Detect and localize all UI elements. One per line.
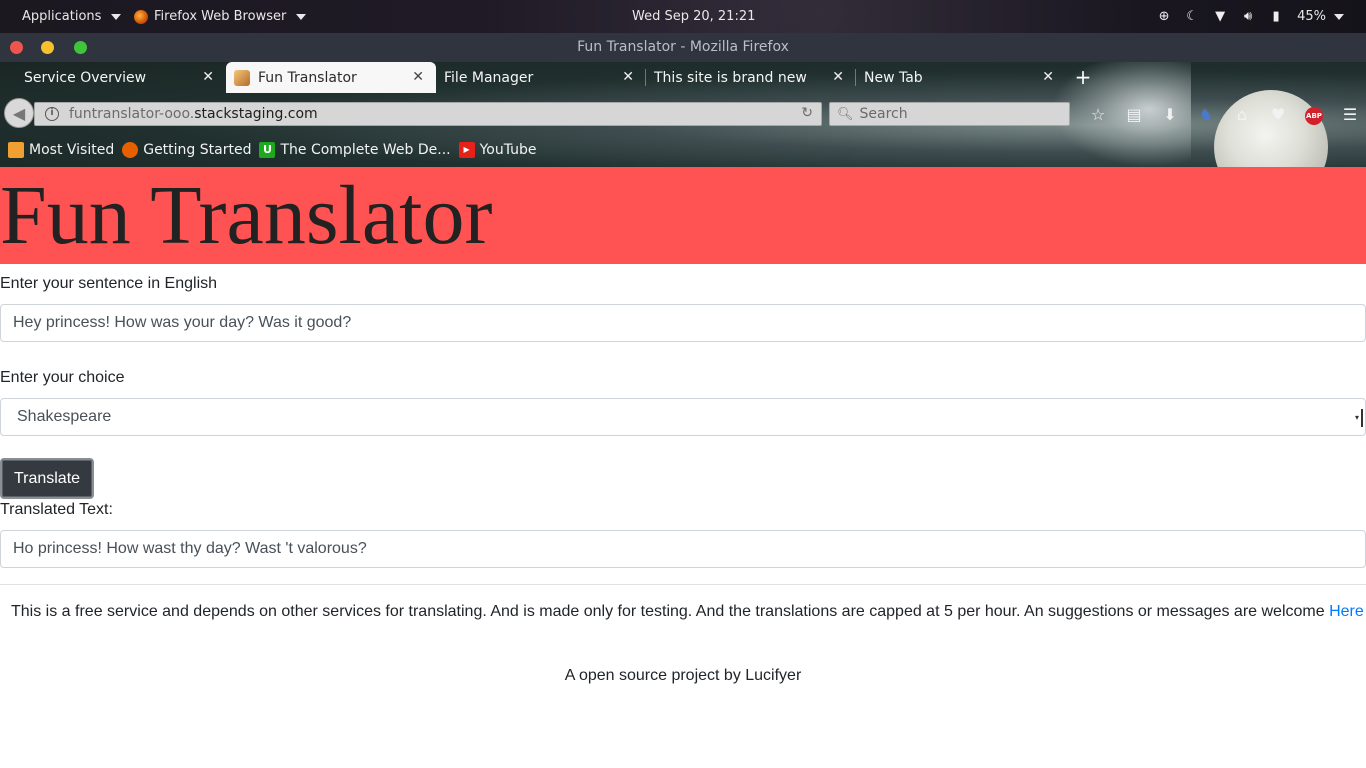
- volume-icon[interactable]: 🔊︎: [1241, 9, 1255, 24]
- service-notice: This is a free service and depends on ot…: [11, 603, 1364, 621]
- url-prefix: funtranslator-ooo.: [69, 106, 195, 122]
- battery-percent: 45%: [1297, 9, 1326, 24]
- tab-label: This site is brand new: [654, 69, 807, 86]
- clock-label: Wed Sep 20, 21:21: [632, 9, 756, 24]
- close-tab-icon[interactable]: ✕: [202, 69, 214, 85]
- folder-icon: [8, 142, 24, 158]
- tab-new-tab[interactable]: New Tab ✕: [856, 62, 1066, 93]
- page-title: Fun Translator: [0, 169, 493, 262]
- bookmarks-toolbar: Most Visited Getting Started U The Compl…: [0, 133, 1366, 167]
- udemy-icon: U: [259, 142, 276, 158]
- url-text[interactable]: funtranslator-ooo.stackstaging.com: [69, 106, 318, 122]
- applications-menu[interactable]: Applications: [22, 0, 122, 33]
- accessibility-icon[interactable]: ⊕: [1157, 9, 1171, 24]
- back-button[interactable]: ◀: [4, 98, 34, 128]
- bookmark-star-icon[interactable]: ☆: [1080, 105, 1116, 124]
- back-arrow-icon: ◀: [12, 103, 26, 123]
- notice-text: This is a free service and depends on ot…: [11, 603, 1325, 620]
- translated-text-output[interactable]: Ho princess! How wast thy day? Wast 't v…: [0, 530, 1366, 568]
- close-tab-icon[interactable]: ✕: [622, 69, 634, 85]
- night-light-icon[interactable]: ☾: [1185, 9, 1199, 24]
- browser-chrome: Service Overview ✕ Fun Translator ✕ File…: [0, 62, 1366, 167]
- dropdown-arrow-icon: ▾: [1355, 409, 1363, 427]
- bookmark-getting-started[interactable]: Getting Started: [122, 142, 251, 158]
- new-tab-button[interactable]: +: [1073, 66, 1093, 88]
- active-app-menu[interactable]: Firefox Web Browser: [134, 0, 307, 33]
- downloads-icon[interactable]: ⬇: [1152, 105, 1188, 124]
- site-favicon-icon: [234, 69, 250, 86]
- reload-icon[interactable]: ↻: [801, 105, 813, 121]
- search-placeholder: Search: [859, 106, 908, 122]
- web-page: Fun Translator Enter your sentence in En…: [0, 167, 1366, 768]
- translator-choice-select[interactable]: Shakespeare ▾: [0, 398, 1366, 436]
- bookmark-most-visited[interactable]: Most Visited: [8, 142, 114, 158]
- url-bar[interactable]: i funtranslator-ooo.stackstaging.com ↻: [34, 102, 822, 126]
- firefox-icon: [134, 9, 148, 24]
- applications-label: Applications: [22, 9, 102, 24]
- tab-brand-new-site[interactable]: This site is brand new ✕: [646, 62, 856, 93]
- close-tab-icon[interactable]: ✕: [412, 69, 424, 85]
- system-top-bar: Applications Firefox Web Browser Wed Sep…: [0, 0, 1366, 33]
- translated-text-label: Translated Text:: [0, 501, 113, 518]
- tab-label: File Manager: [444, 69, 534, 86]
- close-tab-icon[interactable]: ✕: [1042, 69, 1054, 85]
- clock[interactable]: Wed Sep 20, 21:21: [632, 0, 755, 33]
- hamburger-menu-icon[interactable]: ☰: [1332, 105, 1366, 124]
- toolbar-icons: ☆ ▤ ⬇ ♞ ⌂ ♥ ABP ☰: [1080, 101, 1366, 127]
- tab-label: New Tab: [864, 69, 923, 86]
- extension-icon[interactable]: ♞: [1188, 105, 1224, 124]
- hero-banner: Fun Translator: [0, 167, 1366, 264]
- window-title-bar[interactable]: Fun Translator - Mozilla Firefox: [0, 33, 1366, 62]
- site-info-icon[interactable]: i: [45, 107, 59, 121]
- battery-icon[interactable]: ▮: [1269, 9, 1283, 24]
- firefox-icon: [122, 142, 139, 158]
- sentence-input-label: Enter your sentence in English: [0, 275, 218, 292]
- tab-strip: Service Overview ✕ Fun Translator ✕ File…: [0, 62, 1366, 93]
- tab-label: Fun Translator: [258, 69, 357, 86]
- wifi-icon[interactable]: ▼: [1213, 9, 1227, 24]
- bookmark-label: Getting Started: [143, 142, 252, 158]
- reading-list-icon[interactable]: ▤: [1116, 105, 1152, 124]
- active-app-label: Firefox Web Browser: [154, 9, 287, 24]
- youtube-icon: ▶: [458, 142, 475, 158]
- home-icon[interactable]: ⌂: [1224, 105, 1260, 124]
- project-credit: A open source project by Lucifyer: [564, 667, 802, 684]
- sentence-input[interactable]: Hey princess! How was your day? Was it g…: [0, 304, 1366, 342]
- system-tray[interactable]: ⊕ ☾ ▼ 🔊︎ ▮ 45%: [1157, 0, 1344, 33]
- tab-service-overview[interactable]: Service Overview ✕: [0, 62, 226, 93]
- tab-fun-translator[interactable]: Fun Translator ✕: [226, 62, 436, 93]
- bookmark-label: YouTube: [479, 142, 537, 158]
- chevron-down-icon[interactable]: [1334, 13, 1344, 20]
- contact-link[interactable]: Here: [1329, 603, 1364, 620]
- chevron-down-icon: [111, 13, 122, 20]
- choice-select-label: Enter your choice: [0, 369, 125, 386]
- tab-file-manager[interactable]: File Manager ✕: [436, 62, 646, 93]
- pocket-icon[interactable]: ♥: [1260, 105, 1296, 124]
- search-icon: 🔍︎: [837, 106, 854, 122]
- navigation-toolbar: ◀ i funtranslator-ooo.stackstaging.com ↻…: [0, 93, 1366, 133]
- selected-choice: Shakespeare: [17, 408, 112, 425]
- divider: [0, 584, 1366, 585]
- bookmark-label: The Complete Web De...: [280, 142, 451, 158]
- close-tab-icon[interactable]: ✕: [832, 69, 844, 85]
- url-domain: stackstaging.com: [194, 106, 318, 122]
- bookmark-complete-web-dev[interactable]: U The Complete Web De...: [259, 142, 451, 158]
- translate-button[interactable]: Translate: [0, 458, 94, 499]
- bookmark-youtube[interactable]: ▶ YouTube: [458, 142, 537, 158]
- chevron-down-icon: [296, 13, 307, 20]
- adblock-icon[interactable]: ABP: [1296, 103, 1332, 125]
- bookmark-label: Most Visited: [29, 142, 115, 158]
- search-bar[interactable]: 🔍︎ Search: [829, 102, 1070, 126]
- window-title: Fun Translator - Mozilla Firefox: [577, 39, 789, 55]
- tab-label: Service Overview: [24, 69, 147, 86]
